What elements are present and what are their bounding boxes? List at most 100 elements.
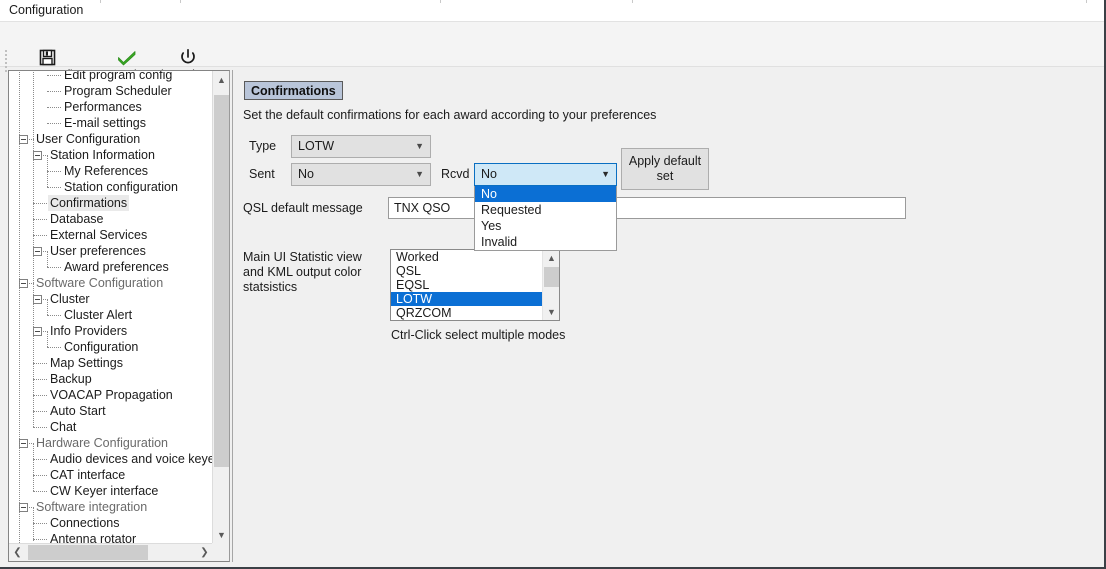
tree-vertical-scrollbar[interactable]: ▲ ▼ xyxy=(212,71,229,543)
navigation-tree-panel: Edit program config Program Scheduler Perf… xyxy=(8,70,230,562)
tree-item-confirmations[interactable]: Confirmations xyxy=(9,195,213,211)
tree-connector xyxy=(47,315,61,316)
apply-default-set-button[interactable]: Apply default set xyxy=(621,148,709,190)
tree-item-label: Backup xyxy=(50,372,92,386)
tree-expander-icon[interactable] xyxy=(19,503,28,512)
tree-item-label: Configuration xyxy=(64,340,139,354)
navigation-tree[interactable]: Edit program config Program Scheduler Perf… xyxy=(9,71,213,543)
tree-item-cluster-alert[interactable]: Cluster Alert xyxy=(9,307,213,323)
tree-item-user-configuration[interactable]: User Configuration xyxy=(9,131,213,147)
tree-item-edit-program-config[interactable]: Edit program config xyxy=(9,71,213,83)
configuration-window: Configuration Save config xyxy=(0,0,1106,569)
tree-item-station-configuration[interactable]: Station configuration xyxy=(9,179,213,195)
tree-item-label: Database xyxy=(50,212,104,226)
tree-item-auto-start[interactable]: Auto Start xyxy=(9,403,213,419)
tree-item-label: Chat xyxy=(50,420,77,434)
tree-item-external-services[interactable]: External Services xyxy=(9,227,213,243)
tree-expander-icon[interactable] xyxy=(33,151,42,160)
tree-guide-line xyxy=(19,71,20,543)
sent-select-value: No xyxy=(298,167,314,181)
statistic-item-qsl[interactable]: QSL xyxy=(391,264,543,278)
tree-item-label: CW Keyer interface xyxy=(50,484,159,498)
tree-item-audio-devices-and-voice-keyer[interactable]: Audio devices and voice keyer xyxy=(9,451,213,467)
rcvd-dropdown-list[interactable]: No Requested Yes Invalid xyxy=(474,186,617,251)
tree-item-label: Audio devices and voice keyer xyxy=(50,452,213,466)
tree-expander-icon[interactable] xyxy=(33,327,42,336)
tree-expander-icon[interactable] xyxy=(33,247,42,256)
tree-item-map-settings[interactable]: Map Settings xyxy=(9,355,213,371)
scroll-down-icon[interactable]: ▼ xyxy=(543,304,560,320)
tree-item-cat-interface[interactable]: CAT interface xyxy=(9,467,213,483)
statistic-scroll-thumb[interactable] xyxy=(544,267,559,287)
tree-item-voacap-propagation[interactable]: VOACAP Propagation xyxy=(9,387,213,403)
tree-expander-icon[interactable] xyxy=(19,135,28,144)
tree-item-software-integration[interactable]: Software integration xyxy=(9,499,213,515)
statistic-item-qrzcom[interactable]: QRZCOM xyxy=(391,306,543,320)
tree-connector xyxy=(33,379,47,380)
tree-item-database[interactable]: Database xyxy=(9,211,213,227)
tree-connector xyxy=(47,123,61,124)
statistic-item-eqsl[interactable]: EQSL xyxy=(391,278,543,292)
tree-item-info-providers[interactable]: Info Providers xyxy=(9,323,213,339)
rcvd-option-invalid[interactable]: Invalid xyxy=(475,234,616,250)
statistic-item-lotw[interactable]: LOTW xyxy=(391,292,543,306)
tree-item-chat[interactable]: Chat xyxy=(9,419,213,435)
tree-guide-line xyxy=(33,443,34,491)
confirmations-panel: Confirmations Set the default confirmati… xyxy=(232,70,1098,562)
tree-item-hardware-configuration[interactable]: Hardware Configuration xyxy=(9,435,213,451)
tree-item-e-mail-settings[interactable]: E-mail settings xyxy=(9,115,213,131)
tree-item-label: Performances xyxy=(64,100,142,114)
tree-hscroll-thumb[interactable] xyxy=(28,545,148,560)
rcvd-select[interactable]: No ▼ xyxy=(474,163,617,186)
tree-guide-line xyxy=(33,507,34,541)
tree-item-antenna-rotator[interactable]: Antenna rotator xyxy=(9,531,213,543)
rcvd-option-no[interactable]: No xyxy=(475,186,616,202)
tree-item-connections[interactable]: Connections xyxy=(9,515,213,531)
tree-expander-icon[interactable] xyxy=(33,295,42,304)
tree-connector xyxy=(33,523,47,524)
tree-item-software-configuration[interactable]: Software Configuration xyxy=(9,275,213,291)
tree-connector xyxy=(33,363,47,364)
statistic-listbox-items[interactable]: Worked QSL EQSL LOTW QRZCOM xyxy=(391,250,543,320)
type-select[interactable]: LOTW ▼ xyxy=(291,135,431,158)
tree-connector xyxy=(33,235,47,236)
tree-item-label: Program Scheduler xyxy=(64,84,172,98)
tree-item-label: My References xyxy=(64,164,149,178)
statistic-listbox-viewport: Worked QSL EQSL LOTW QRZCOM xyxy=(391,250,543,320)
chevron-down-icon: ▼ xyxy=(601,169,610,179)
tree-horizontal-scrollbar[interactable]: ❮ ❯ xyxy=(9,543,213,561)
tree-item-performances[interactable]: Performances xyxy=(9,99,213,115)
tree-item-cluster[interactable]: Cluster xyxy=(9,291,213,307)
scroll-right-icon[interactable]: ❯ xyxy=(196,544,213,561)
tree-item-my-references[interactable]: My References xyxy=(9,163,213,179)
scroll-up-icon[interactable]: ▲ xyxy=(543,250,560,266)
tree-item-label: Cluster Alert xyxy=(64,308,133,322)
tree-vscroll-thumb[interactable] xyxy=(214,95,229,467)
tree-guide-line xyxy=(33,283,34,427)
tree-item-backup[interactable]: Backup xyxy=(9,371,213,387)
statistic-view-listbox[interactable]: Worked QSL EQSL LOTW QRZCOM ▲ ▼ xyxy=(390,249,560,321)
tree-item-program-scheduler[interactable]: Program Scheduler xyxy=(9,83,213,99)
scroll-down-icon[interactable]: ▼ xyxy=(213,526,230,543)
rcvd-option-requested[interactable]: Requested xyxy=(475,202,616,218)
rcvd-option-yes[interactable]: Yes xyxy=(475,218,616,234)
toolbar: Save config Save and apply Exit xyxy=(0,22,1104,82)
apply-default-set-label: Apply default set xyxy=(628,154,702,183)
tree-expander-icon[interactable] xyxy=(19,439,28,448)
qsl-default-message-input[interactable]: TNX QSO xyxy=(388,197,906,219)
tree-item-label: Station configuration xyxy=(64,180,178,194)
sent-select[interactable]: No ▼ xyxy=(291,163,431,186)
scroll-up-icon[interactable]: ▲ xyxy=(213,71,230,88)
statistic-listbox-scrollbar[interactable]: ▲ ▼ xyxy=(542,250,559,320)
tree-expander-icon[interactable] xyxy=(19,279,28,288)
statistic-item-worked[interactable]: Worked xyxy=(391,250,543,264)
tree-item-user-preferences[interactable]: User preferences xyxy=(9,243,213,259)
tree-item-configuration[interactable]: Configuration xyxy=(9,339,213,355)
tree-item-cw-keyer-interface[interactable]: CW Keyer interface xyxy=(9,483,213,499)
tree-item-station-information[interactable]: Station Information xyxy=(9,147,213,163)
statistic-hint: Ctrl-Click select multiple modes xyxy=(391,328,566,342)
tree-item-award-preferences[interactable]: Award preferences xyxy=(9,259,213,275)
power-icon xyxy=(179,47,197,67)
rcvd-label: Rcvd xyxy=(441,167,470,181)
scroll-left-icon[interactable]: ❮ xyxy=(9,544,26,561)
